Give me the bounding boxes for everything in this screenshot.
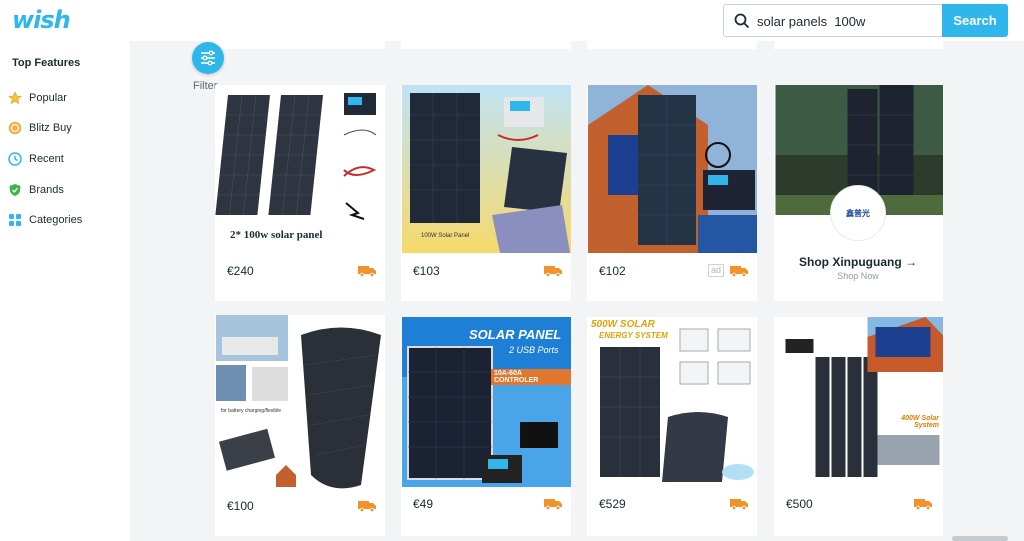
product-card-partial[interactable] — [774, 41, 943, 49]
ad-badge: ad — [708, 264, 725, 277]
product-image — [216, 315, 385, 491]
sidebar-item-label: Popular — [29, 92, 67, 104]
filter-label[interactable]: Filter — [193, 80, 217, 92]
shipping-truck-icon — [544, 266, 562, 277]
search-button[interactable]: Search — [942, 4, 1008, 37]
product-card-partial[interactable] — [215, 41, 385, 49]
product-card[interactable]: 400W Solar System €500 — [774, 317, 943, 536]
arrow-right-icon: → — [905, 255, 917, 269]
shipping-truck-icon — [544, 499, 562, 510]
sidebar-item-popular[interactable]: Popular — [8, 88, 67, 108]
shipping-truck-icon — [914, 499, 932, 510]
product-caption: 2* 100w solar panel — [230, 229, 323, 241]
sidebar-title: Top Features — [12, 57, 81, 69]
product-card[interactable]: SOLAR PANEL 2 USB Ports 10A-60A CONTROLE… — [401, 317, 571, 536]
product-image — [402, 317, 571, 487]
sidebar-item-label: Brands — [29, 184, 64, 196]
filter-sliders-icon — [201, 50, 215, 66]
product-image — [588, 317, 757, 487]
product-price: €102 — [599, 264, 626, 278]
sidebar-item-label: Blitz Buy — [29, 122, 72, 134]
blitz-icon — [8, 121, 22, 135]
sidebar-item-label: Recent — [29, 153, 64, 165]
clock-icon — [8, 152, 22, 166]
product-image — [402, 85, 571, 253]
star-icon — [8, 91, 22, 105]
product-image — [215, 85, 385, 250]
product-card-partial[interactable] — [587, 41, 757, 49]
shop-name[interactable]: Shop Xinpuguang → — [774, 255, 942, 269]
product-card[interactable]: €102 ad — [587, 85, 757, 301]
product-price: €500 — [786, 497, 813, 511]
sidebar-item-blitz-buy[interactable]: Blitz Buy — [8, 118, 72, 138]
product-price: €100 — [227, 499, 254, 513]
product-price: €49 — [413, 497, 434, 511]
product-image — [775, 317, 943, 487]
search-input[interactable] — [757, 11, 937, 31]
product-price: €240 — [227, 264, 254, 278]
shipping-truck-icon — [358, 266, 376, 277]
sidebar-item-recent[interactable]: Recent — [8, 149, 64, 169]
sidebar-item-brands[interactable]: Brands — [8, 180, 64, 200]
product-caption: SOLAR PANEL — [469, 327, 562, 342]
shipping-truck-icon — [358, 501, 376, 512]
shop-now-link[interactable]: Shop Now — [774, 271, 942, 281]
filter-button[interactable] — [192, 42, 224, 74]
sidebar-item-categories[interactable]: Categories — [8, 210, 82, 230]
product-caption: for battery charging/flexible — [221, 408, 282, 414]
product-card[interactable]: 100W Solar Panel €103 — [401, 85, 571, 301]
product-card[interactable]: 2* 100w solar panel €240 — [215, 85, 385, 301]
product-card-partial[interactable] — [401, 41, 571, 49]
wish-logo[interactable]: wish — [12, 6, 71, 34]
product-caption: 500W SOLAR — [591, 319, 655, 330]
product-card[interactable]: for battery charging/flexible €100 — [215, 315, 385, 536]
shield-check-icon — [9, 184, 21, 196]
product-card[interactable]: 500W SOLAR ENERGY SYSTEM €529 — [587, 317, 757, 536]
shop-card[interactable]: 鑫普光 Shop Xinpuguang → Shop Now — [774, 85, 943, 301]
grid-icon — [9, 214, 21, 226]
product-price: €529 — [599, 497, 626, 511]
top-header: wish Search — [0, 0, 1024, 41]
product-subcaption: 2 USB Ports — [509, 345, 559, 355]
shipping-truck-icon — [730, 266, 748, 277]
product-subcaption: 10A-60A CONTROLER — [491, 369, 571, 385]
sidebar: Top Features Popular Blitz Buy Recent Br… — [0, 41, 130, 541]
product-caption: 400W Solar System — [901, 415, 939, 429]
shop-logo: 鑫普光 — [830, 185, 886, 241]
shipping-truck-icon — [730, 499, 748, 510]
product-caption: 100W Solar Panel — [421, 233, 470, 239]
product-subcaption: ENERGY SYSTEM — [599, 331, 668, 340]
sidebar-item-label: Categories — [29, 214, 83, 226]
product-image — [588, 85, 757, 253]
scrollbar-thumb[interactable] — [952, 536, 1008, 541]
search-box[interactable] — [723, 4, 943, 37]
search-icon — [734, 13, 750, 29]
product-price: €103 — [413, 264, 440, 278]
